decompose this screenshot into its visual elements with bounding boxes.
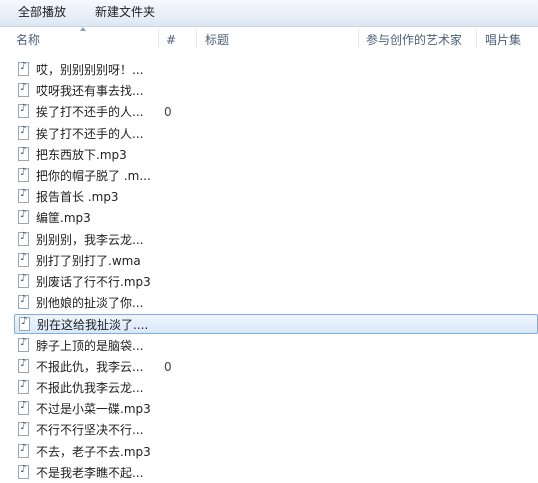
- file-name: 别废话了行不行.mp3: [36, 275, 151, 289]
- file-name: 不报此仇我李云龙...: [36, 381, 144, 395]
- audio-file-icon: [18, 103, 29, 119]
- audio-file-icon: [18, 294, 29, 310]
- audio-file-icon: [18, 231, 29, 246]
- file-name: 别他娘的扯淡了你...: [36, 296, 144, 311]
- file-name: 别别别，我李云龙...: [36, 232, 144, 247]
- file-name: 不行不行坚决不行...: [36, 423, 144, 438]
- audio-file-icon: [18, 252, 29, 267]
- file-name: 不是我老李瞧不起...: [36, 465, 144, 480]
- audio-file-icon: [18, 146, 29, 161]
- audio-file-icon: [18, 209, 29, 225]
- file-name: 不去，老子不去.mp3: [36, 444, 151, 459]
- track-number: 0: [164, 359, 172, 374]
- column-divider[interactable]: [196, 29, 197, 49]
- file-row[interactable]: 不过是小菜一碟.mp3: [14, 399, 538, 419]
- file-row[interactable]: 哎，别别别别呀！...: [14, 60, 538, 80]
- file-name: 不报此仇，我李云...: [36, 359, 144, 374]
- file-name: 把你的帽子脱了 .m...: [36, 169, 151, 183]
- column-divider[interactable]: [476, 29, 477, 49]
- file-row[interactable]: 把东西放下.mp3: [14, 145, 538, 165]
- audio-file-icon: [18, 167, 29, 182]
- column-number[interactable]: #: [166, 27, 176, 51]
- file-name: 把东西放下.mp3: [36, 147, 127, 162]
- column-artist[interactable]: 参与创作的艺术家: [366, 27, 462, 51]
- file-name: 挨了打不还手的人...: [36, 126, 144, 141]
- audio-file-icon: [18, 379, 29, 394]
- column-header: 名称 # 标题 参与创作的艺术家 唱片集: [0, 27, 538, 51]
- file-row[interactable]: 挨了打不还手的人...: [14, 124, 538, 144]
- file-row[interactable]: 不报此仇我李云龙...: [14, 378, 538, 398]
- file-name: 报告首长 .mp3: [36, 190, 119, 205]
- file-row[interactable]: 不报此仇，我李云... 0: [14, 357, 538, 377]
- file-row[interactable]: 编筐.mp3: [14, 208, 538, 228]
- column-title[interactable]: 标题: [205, 27, 229, 51]
- column-name[interactable]: 名称: [16, 27, 40, 51]
- audio-file-icon: [18, 337, 29, 352]
- file-row[interactable]: 把你的帽子脱了 .m...: [14, 166, 538, 186]
- file-name: 哎，别别别别呀！...: [36, 63, 144, 77]
- audio-file-icon: [19, 316, 30, 332]
- audio-file-icon: [18, 273, 29, 288]
- column-divider[interactable]: [358, 29, 359, 49]
- file-name: 脖子上顶的是脑袋...: [36, 338, 144, 353]
- audio-file-icon: [18, 421, 29, 437]
- column-album[interactable]: 唱片集: [485, 27, 521, 51]
- file-row[interactable]: 别在这给我扯淡了....: [14, 314, 538, 335]
- file-row[interactable]: 哎呀我还有事去找...: [14, 81, 538, 101]
- file-name: 不过是小菜一碟.mp3: [36, 402, 151, 417]
- file-name: 别在这给我扯淡了....: [37, 318, 149, 333]
- audio-file-icon: [18, 358, 29, 373]
- play-all-button[interactable]: 全部播放: [14, 4, 70, 21]
- file-row[interactable]: 脖子上顶的是脑袋...: [14, 336, 538, 356]
- file-row[interactable]: 别废话了行不行.mp3: [14, 272, 538, 292]
- command-bar: 全部播放 新建文件夹: [0, 0, 538, 27]
- file-row[interactable]: 别打了别打了.wma: [14, 251, 538, 271]
- track-number: 0: [164, 105, 172, 120]
- audio-file-icon: [18, 443, 29, 458]
- audio-file-icon: [18, 61, 29, 76]
- column-divider[interactable]: [158, 29, 159, 49]
- file-row[interactable]: 不去，老子不去.mp3: [14, 442, 538, 462]
- file-row[interactable]: 不是我老李瞧不起...: [14, 463, 538, 483]
- file-name: 别打了别打了.wma: [36, 253, 141, 268]
- audio-file-icon: [18, 400, 29, 416]
- file-row[interactable]: 报告首长 .mp3: [14, 187, 538, 207]
- audio-file-icon: [18, 82, 29, 98]
- file-row[interactable]: 挨了打不还手的人... 0: [14, 102, 538, 122]
- sort-ascending-icon: [80, 27, 86, 31]
- file-row[interactable]: 不行不行坚决不行...: [14, 420, 538, 440]
- file-row[interactable]: 别他娘的扯淡了你...: [14, 293, 538, 313]
- audio-file-icon: [18, 125, 29, 140]
- new-folder-button[interactable]: 新建文件夹: [91, 4, 159, 21]
- file-name: 编筐.mp3: [36, 211, 91, 226]
- file-name: 挨了打不还手的人...: [36, 105, 144, 120]
- audio-file-icon: [18, 188, 29, 204]
- audio-file-icon: [18, 464, 29, 479]
- file-row[interactable]: 别别别，我李云龙...: [14, 230, 538, 250]
- file-name: 哎呀我还有事去找...: [36, 84, 144, 99]
